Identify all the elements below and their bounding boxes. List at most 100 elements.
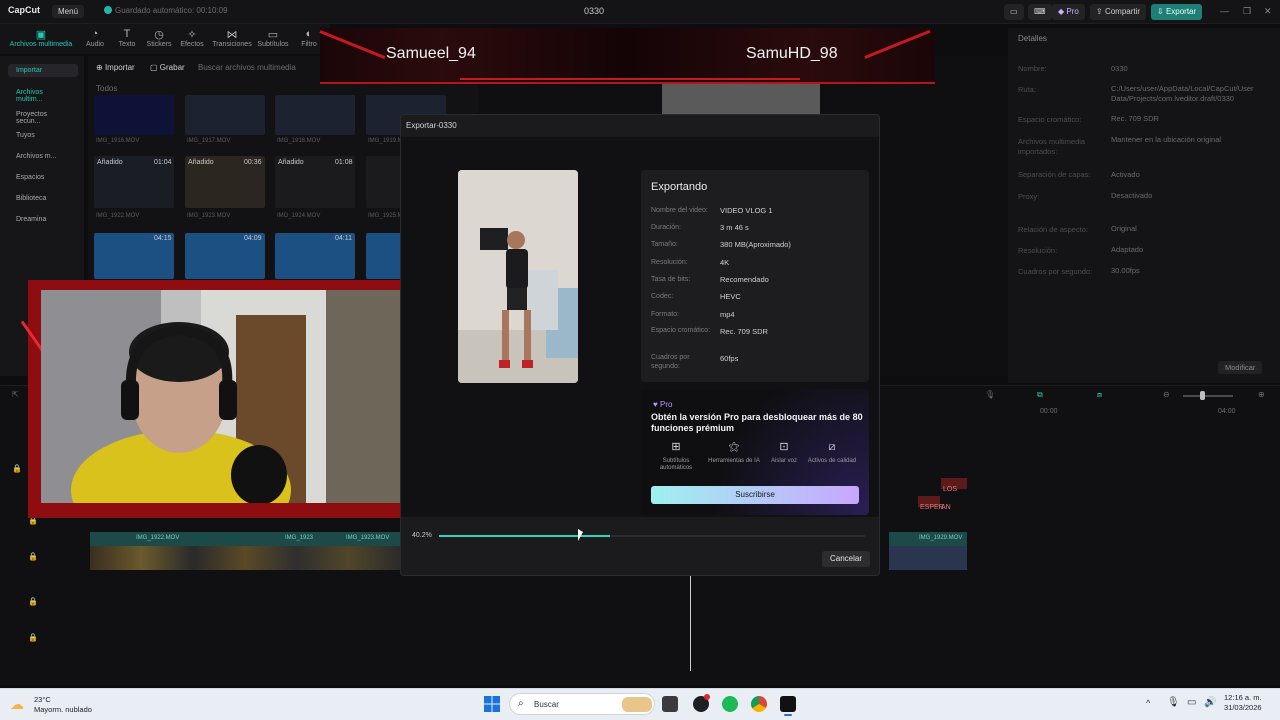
sidebar-item-files[interactable]: Archivos m...	[8, 150, 78, 163]
sidebar-item-dreamina[interactable]: Dreamina	[8, 213, 78, 226]
detail-label: Cuadros por segundo:	[1018, 267, 1093, 276]
sidebar-item-spaces[interactable]: Espacios	[8, 171, 78, 184]
detail-value: Original	[1111, 224, 1137, 233]
menu-button[interactable]: Menú	[52, 5, 85, 18]
zoom-in-icon[interactable]: ⊕	[1258, 390, 1265, 399]
feature-ai-tools: ⚝ Herramientas de IA	[707, 442, 761, 465]
video-track-frames[interactable]	[889, 546, 967, 570]
voice-icon: ⊡	[779, 441, 789, 453]
video-track-frames[interactable]	[90, 546, 400, 570]
select-tool-icon[interactable]: ⇱	[12, 390, 19, 399]
lock-icon[interactable]: 🔒	[28, 552, 38, 561]
zoom-slider[interactable]	[1183, 395, 1233, 397]
media-search-input[interactable]: Buscar archivos multimedia	[198, 63, 296, 72]
export-button[interactable]: ⇩ Exportar	[1151, 4, 1203, 20]
chevron-up-icon[interactable]: ^	[1146, 698, 1150, 708]
tool-effects[interactable]: ✧ Efectos	[173, 28, 211, 48]
tool-text-label: Texto	[118, 41, 136, 48]
player-left-name: Samueel_94	[386, 45, 476, 62]
shortcuts-icon[interactable]: ⌨	[1028, 4, 1052, 20]
pro-button[interactable]: ◆ Pro	[1052, 4, 1085, 20]
link-icon[interactable]: ⧈	[1097, 390, 1102, 400]
snap-icon[interactable]: ⧉	[1037, 390, 1043, 400]
lock-icon[interactable]: 🔒	[28, 597, 38, 606]
weather-icon[interactable]: ☁	[10, 696, 24, 713]
cloud-check-icon	[104, 6, 112, 14]
info-value: 60fps	[720, 354, 739, 363]
chrome-icon[interactable]	[751, 696, 767, 712]
detail-label: Relación de aspecto:	[1018, 225, 1089, 234]
playhead[interactable]	[690, 576, 691, 671]
export-button-label: Exportar	[1165, 7, 1197, 16]
info-value: 3 m 46 s	[720, 223, 749, 232]
weather-temp: 23°C	[34, 695, 51, 704]
minimize-icon[interactable]: —	[1220, 6, 1229, 16]
details-title: Detalles	[1018, 34, 1047, 43]
media-thumb[interactable]	[185, 95, 265, 135]
title-bar: CapCut Menú Guardado automático: 00:10:0…	[0, 0, 1280, 24]
close-icon[interactable]: ✕	[1264, 6, 1272, 17]
share-button-label: Compartir	[1104, 7, 1141, 16]
volume-icon[interactable]: 🔊	[1204, 697, 1216, 708]
mic-tray-icon[interactable]: 🎙	[1167, 697, 1180, 708]
record-button[interactable]: ▢ Grabar	[150, 63, 185, 72]
spotify-icon[interactable]	[722, 696, 738, 712]
sidebar-item-import[interactable]: Importar	[8, 64, 78, 77]
zoom-slider-handle[interactable]	[1200, 391, 1205, 400]
info-label: Tasa de bits:	[651, 276, 691, 283]
info-value: HEVC	[720, 292, 741, 301]
video-track[interactable]: IMG_1929.MOV	[889, 532, 967, 546]
thumb-duration: 04:09	[244, 235, 262, 242]
sidebar-item-library[interactable]: Biblioteca	[8, 192, 78, 205]
video-track[interactable]: IMG_1922.MOV IMG_1923 IMG_1923.MOV	[90, 532, 400, 546]
sidebar-item-yours[interactable]: Tuyos	[8, 129, 78, 142]
export-preview	[458, 170, 578, 383]
player-right-name: SamuHD_98	[746, 45, 838, 62]
overlay-accent	[319, 30, 386, 60]
detail-value: Desactivado	[1111, 191, 1153, 200]
subscribe-button[interactable]: Suscribirse	[651, 486, 859, 504]
maximize-icon[interactable]: ❐	[1243, 6, 1251, 17]
taskbar-search[interactable]: ⌕ Buscar	[509, 693, 655, 715]
detail-value: Rec. 709 SDR	[1111, 114, 1159, 123]
filter-all[interactable]: Todos	[96, 84, 117, 93]
share-button[interactable]: ⇪ Compartir	[1090, 4, 1147, 20]
network-icon[interactable]: ▭	[1187, 697, 1196, 708]
detail-value: Activado	[1111, 170, 1140, 179]
sidebar-item-subprojects[interactable]: Proyectos secun...	[8, 108, 78, 128]
capcut-taskbar-icon[interactable]	[780, 696, 796, 712]
mic-icon[interactable]: 🎙	[985, 390, 995, 399]
lock-icon[interactable]: 🔒	[28, 633, 38, 642]
detail-label: Nombre:	[1018, 64, 1047, 73]
media-thumb[interactable]	[94, 95, 174, 135]
import-button[interactable]: ⊕ Importar	[96, 63, 135, 72]
modify-button[interactable]: Modificar	[1218, 361, 1263, 374]
layout-icon[interactable]: ▭	[1004, 4, 1024, 20]
export-dialog: Exportar-0330 Exportando Nombre del vide…	[400, 114, 880, 576]
cancel-button[interactable]: Cancelar	[822, 551, 870, 567]
sidebar-item-media[interactable]: Archivos multim...	[8, 86, 78, 106]
media-thumb[interactable]	[275, 95, 355, 135]
tool-media[interactable]: ▣ Archivos multimedia	[4, 28, 78, 48]
time-marker: 04:00	[1218, 408, 1236, 415]
info-value: VIDEO VLOG 1	[720, 206, 773, 215]
lock-icon[interactable]: 🔒	[12, 464, 22, 473]
detail-label: Archivos multimedia importados:	[1018, 137, 1086, 156]
text-clip[interactable]: LOS AN	[941, 478, 967, 511]
system-clock[interactable]: 12:16 a. m. 31/03/2026	[1224, 693, 1262, 713]
tool-transitions[interactable]: ⋈ Transiciones	[210, 28, 254, 48]
export-preview-image	[458, 170, 578, 383]
diamond-icon: ♥	[653, 400, 658, 409]
info-label: Cuadros por segundo:	[651, 354, 690, 370]
tool-subtitles[interactable]: ▭ Subtítulos	[254, 28, 292, 48]
text-clip[interactable]: ESPER	[918, 496, 944, 511]
dialog-body: Exportando Nombre del video: VIDEO VLOG …	[401, 137, 879, 517]
taskview-icon[interactable]	[662, 696, 678, 712]
clock-time: 12:16 a. m.	[1224, 693, 1262, 702]
thumb-duration: 01:08	[335, 159, 353, 166]
feature-isolate-voice: ⊡ Aislar voz	[757, 441, 811, 465]
weather-widget[interactable]: 23°C Mayorm. nublado	[34, 695, 92, 715]
zoom-out-icon[interactable]: ⊖	[1163, 390, 1170, 399]
windows-start-icon[interactable]	[484, 696, 500, 712]
notification-dot	[704, 694, 710, 700]
